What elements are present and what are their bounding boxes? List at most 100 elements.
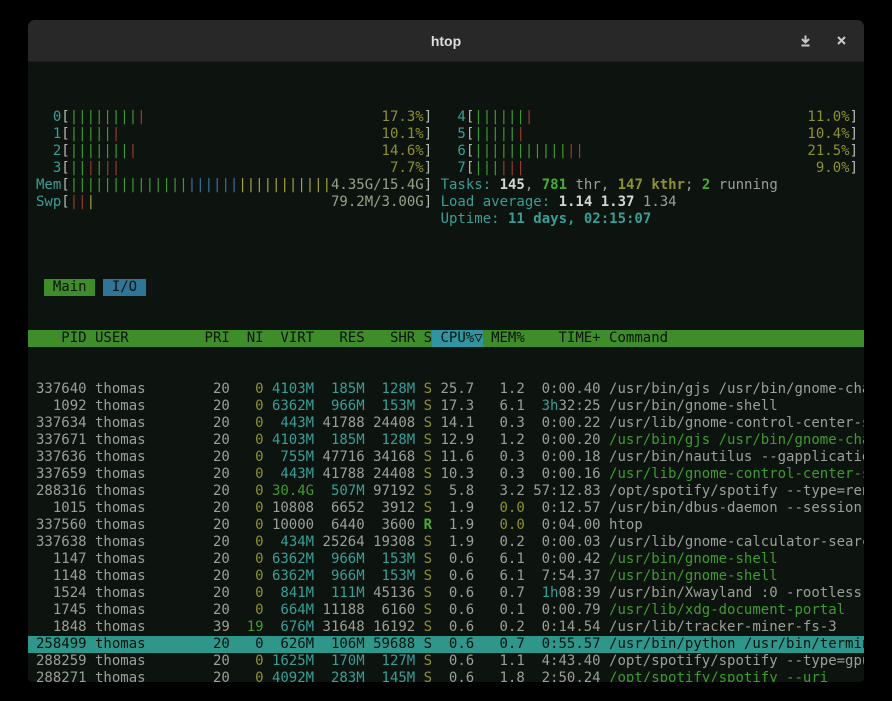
meter-bar-segment: | <box>516 126 524 142</box>
cell-user: thomas <box>87 568 171 585</box>
process-row[interactable]: 337640thomas2004103M185M128MS25.71.20:00… <box>28 381 864 398</box>
column-header-ni[interactable]: NI <box>230 330 264 347</box>
column-header-time[interactable]: TIME+ <box>525 330 601 347</box>
meter-label: 0 <box>36 109 61 126</box>
cpu-meter-3[interactable]: 3[||||||7.7%] <box>36 160 432 177</box>
process-row[interactable]: 1015thomas2001080866523912S1.90.00:12.57… <box>28 500 864 517</box>
cell-user: thomas <box>87 398 171 415</box>
time-rest: 0:00.22 <box>542 415 601 431</box>
cell-mem-percent: 1.2 <box>483 381 525 398</box>
cell-time: 0:00.79 <box>525 602 601 619</box>
cpu-meter-0[interactable]: 0[|||||||||17.3%] <box>36 109 432 126</box>
close-icon[interactable] <box>834 34 848 48</box>
window-titlebar[interactable]: htop <box>28 20 864 62</box>
cell-command: /usr/lib/tracker-miner-fs-3 <box>601 619 864 636</box>
process-row[interactable]: 1848thomas3919676M3164816192S0.60.20:14.… <box>28 619 864 636</box>
cell-virt: 4103M <box>264 432 315 449</box>
cell-pri: 20 <box>171 483 230 500</box>
cell-mem-percent: 6.1 <box>483 398 525 415</box>
column-header-s[interactable]: S <box>415 330 432 347</box>
column-header-mem[interactable]: MEM% <box>483 330 525 347</box>
cell-shr: 16192 <box>365 619 416 636</box>
process-row[interactable]: 288259thomas2001625M170M127MS0.61.14:43.… <box>28 653 864 670</box>
cell-ni: 0 <box>230 381 264 398</box>
cell-user: thomas <box>87 534 171 551</box>
meter-bar-segment: || <box>567 143 584 159</box>
process-row-selected[interactable]: 258499thomas200626M106M59688S0.60.70:55.… <box>28 636 864 653</box>
process-row[interactable]: 1148thomas2006362M966M153MS0.66.17:54.37… <box>28 568 864 585</box>
meter-bar-segment: ||| <box>474 160 499 176</box>
cell-res: 31648 <box>314 619 365 636</box>
swap-meter[interactable]: Swp[|||79.2M/3.00G] <box>36 194 432 211</box>
cell-pid: 288271 <box>36 670 87 682</box>
cell-user: thomas <box>87 619 171 636</box>
memory-meter[interactable]: Mem[|||||||||||||||||||||||||||||||4.35G… <box>36 177 432 194</box>
cell-ni: 0 <box>230 432 264 449</box>
column-header-cmd[interactable]: Command <box>601 330 864 347</box>
cpu-meter-1[interactable]: 1[||||||10.1%] <box>36 126 432 143</box>
process-row[interactable]: 1745thomas200664M111886160S0.60.10:00.79… <box>28 602 864 619</box>
cell-pid: 337671 <box>36 432 87 449</box>
process-row[interactable]: 337634thomas200443M4178824408S14.10.30:0… <box>28 415 864 432</box>
meter-bracket-close: ] <box>850 143 858 160</box>
cell-user: thomas <box>87 653 171 670</box>
column-header-pid[interactable]: PID <box>36 330 87 347</box>
cell-virt: 10000 <box>264 517 315 534</box>
cell-pid: 1745 <box>36 602 87 619</box>
column-header-user[interactable]: USER <box>87 330 171 347</box>
cpu-meter-4[interactable]: 4[|||||||11.0%] <box>441 109 858 126</box>
time-rest: 57:12.83 <box>533 483 600 499</box>
process-row[interactable]: 288271thomas2004092M283M145MS0.61.82:50.… <box>28 670 864 682</box>
cell-res: 47716 <box>314 449 365 466</box>
column-header-res[interactable]: RES <box>314 330 365 347</box>
group-broadcast-icon[interactable] <box>798 34 812 48</box>
load-average-line: Load average: 1.14 1.37 1.34 <box>441 194 858 211</box>
cell-time: 57:12.83 <box>525 483 601 500</box>
time-rest: 0:12.57 <box>542 500 601 516</box>
column-header-shr[interactable]: SHR <box>365 330 416 347</box>
tab-main[interactable]: Main <box>44 279 95 296</box>
cell-virt: 10808 <box>264 500 315 517</box>
column-header-pri[interactable]: PRI <box>171 330 230 347</box>
cell-cpu-percent: 25.7 <box>432 381 483 398</box>
cell-command: /opt/spotify/spotify --type=renderer <box>601 483 864 500</box>
cpu-meter-6[interactable]: 6[|||||||||||||21.5%] <box>441 143 858 160</box>
cell-virt: 1625M <box>264 653 315 670</box>
cell-virt: 443M <box>264 415 315 432</box>
cpu-meter-2[interactable]: 2[||||||||14.6%] <box>36 143 432 160</box>
column-header-cpu[interactable]: CPU%▽ <box>432 330 483 347</box>
cell-user: thomas <box>87 415 171 432</box>
cell-command: /usr/bin/gnome-shell <box>601 398 864 415</box>
process-row[interactable]: 337636thomas200755M4771634168S11.60.30:0… <box>28 449 864 466</box>
cell-res: 111M <box>314 585 365 602</box>
process-row[interactable]: 1092thomas2006362M966M153MS17.36.13h32:2… <box>28 398 864 415</box>
process-row[interactable]: 337638thomas200434M2526419308S1.90.20:00… <box>28 534 864 551</box>
process-row[interactable]: 1147thomas2006362M966M153MS0.66.10:00.42… <box>28 551 864 568</box>
cell-mem-percent: 0.1 <box>483 602 525 619</box>
cell-state: S <box>415 585 432 602</box>
cell-time: 2:50.24 <box>525 670 601 682</box>
cpu-meter-7[interactable]: 7[||||||9.0%] <box>441 160 858 177</box>
meter-bracket-close: ] <box>424 126 432 143</box>
meter-bracket-open: [ <box>61 177 69 194</box>
process-row[interactable]: 337560thomas2001000064403600R1.90.00:04.… <box>28 517 864 534</box>
process-row[interactable]: 337671thomas2004103M185M128MS12.91.20:00… <box>28 432 864 449</box>
cell-pri: 20 <box>171 449 230 466</box>
cell-pri: 20 <box>171 432 230 449</box>
meter-bars: ||||||||||||| <box>474 143 584 159</box>
cell-time: 1h08:39 <box>525 585 601 602</box>
process-row[interactable]: 288316thomas20030.4G507M97192S5.83.257:1… <box>28 483 864 500</box>
meter-bracket-close: ] <box>850 160 858 177</box>
meter-bars: |||||| <box>474 126 525 142</box>
meter-value: 10.1% <box>382 126 424 143</box>
time-hours: 1h <box>542 585 559 601</box>
tasks-line: Tasks: 145, 781 thr, 147 kthr; 2 running <box>441 177 858 194</box>
cpu-meter-5[interactable]: 5[||||||10.4%] <box>441 126 858 143</box>
cell-command: htop <box>601 517 864 534</box>
tab-io[interactable]: I/O <box>103 279 145 296</box>
cell-pid: 1015 <box>36 500 87 517</box>
column-header-virt[interactable]: VIRT <box>264 330 315 347</box>
process-row[interactable]: 1524thomas200841M111M45136S0.60.71h08:39… <box>28 585 864 602</box>
process-row[interactable]: 337659thomas200443M4178824408S10.30.30:0… <box>28 466 864 483</box>
meter-bracket-close: ] <box>850 109 858 126</box>
